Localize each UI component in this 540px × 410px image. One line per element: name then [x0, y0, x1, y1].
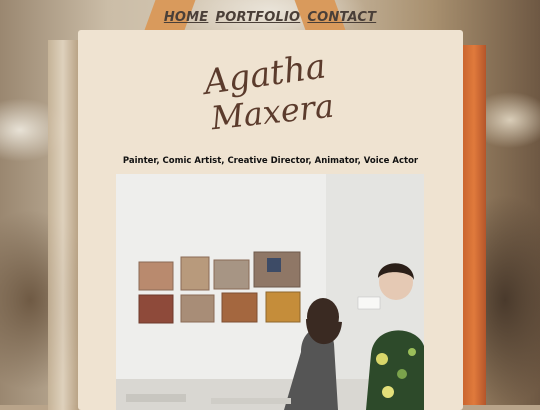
nav-link-portfolio[interactable]: PORTFOLIO: [215, 10, 300, 25]
tagline: Painter, Comic Artist, Creative Director…: [122, 156, 419, 166]
top-nav: HOME PORTFOLIO CONTACT: [0, 6, 540, 25]
nav-link-home[interactable]: HOME: [164, 10, 209, 25]
nav-link-contact[interactable]: CONTACT: [307, 10, 376, 25]
content-card: Agatha Maxera Painter, Comic Artist, Cre…: [78, 30, 463, 410]
easel-frame-left: [48, 40, 78, 410]
agatha-maxera-logo[interactable]: Agatha Maxera: [203, 44, 338, 134]
gallery-photo: [116, 174, 424, 410]
easel-frame-right: [462, 45, 486, 405]
